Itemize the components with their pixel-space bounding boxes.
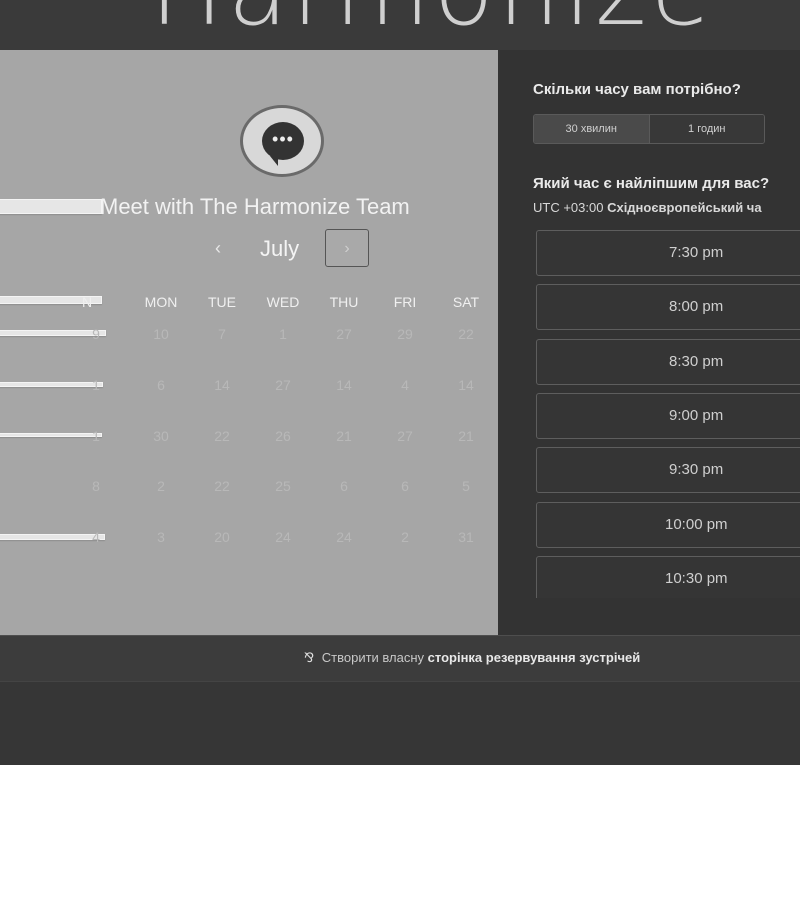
dow-wed: WED [266, 294, 300, 310]
calendar-day-cell: 14 [214, 377, 230, 393]
calendar-day-cell: 6 [157, 377, 165, 393]
calendar-day-cell: 22 [458, 326, 474, 342]
time-slot-button[interactable]: 10:00 pm [536, 502, 800, 548]
time-slot-button[interactable]: 8:30 pm [536, 339, 800, 385]
calendar-day-cell: 21 [458, 428, 474, 444]
scheduler-icon: ⅋ [304, 650, 315, 665]
duration-toggle: 30 хвилин 1 годин [533, 114, 765, 144]
calendar-day-cell: 5 [462, 478, 470, 494]
dow-sun-partial: N [82, 294, 93, 310]
footer-lower-band [0, 681, 800, 765]
app-header: Harmonize [0, 0, 800, 51]
calendar-day-cell: 1 [92, 377, 100, 393]
calendar-day-cell: 14 [458, 377, 474, 393]
time-slot-list[interactable]: 7:30 pm 8:00 pm 8:30 pm 9:00 pm 9:30 pm … [536, 230, 800, 598]
booking-calendar-panel: ••• Meet with The Harmonize Team ‹ July … [0, 50, 498, 635]
calendar-day-cell: 26 [275, 428, 291, 444]
calendar-day-cell: 24 [336, 529, 352, 545]
dow-mon: MON [144, 294, 178, 310]
time-slot-button[interactable]: 9:30 pm [536, 447, 800, 493]
calendar-day-cell: 3 [157, 529, 165, 545]
time-slot-button[interactable]: 8:00 pm [536, 284, 800, 330]
calendar-day-cell: 30 [153, 428, 169, 444]
next-month-button[interactable]: › [325, 229, 369, 267]
calendar-day-cell: 22 [214, 428, 230, 444]
duration-question: Скільки часу вам потрібно? [533, 81, 741, 98]
calendar-day-cell: 27 [275, 377, 291, 393]
overlay-bar [0, 199, 102, 214]
chat-logo-icon: ••• [240, 105, 324, 177]
booking-title: Meet with The Harmonize Team [100, 194, 410, 219]
calendar-day-cell: 2 [157, 478, 165, 494]
calendar-day-cell: 6 [340, 478, 348, 494]
brand-logo-text: Harmonize [150, 0, 715, 40]
footer-link-text: сторінка резервування зустрічей [427, 650, 641, 665]
footer-prefix: Створити власну [321, 650, 425, 665]
calendar-day-cell: 24 [275, 529, 291, 545]
calendar-day-cell: 25 [275, 478, 291, 494]
dow-fri: FRI [393, 294, 417, 310]
month-label: July [260, 236, 300, 261]
calendar-day-cell: 29 [397, 326, 413, 342]
calendar-day-cell: 22 [214, 478, 230, 494]
calendar-day-cell: 1 [279, 326, 287, 342]
create-booking-page-link[interactable]: ⅋ Створити власну сторінка резервування … [304, 650, 640, 666]
duration-60-button[interactable]: 1 годин [649, 115, 764, 143]
calendar-day-cell: 2 [401, 529, 409, 545]
calendar-day-cell: 9 [92, 326, 100, 342]
time-slot-button[interactable]: 7:30 pm [536, 230, 800, 276]
dow-tue: TUE [208, 294, 236, 310]
footer-bar: ⅋ Створити власну сторінка резервування … [0, 635, 800, 682]
timezone-name: Східноєвропейський ча [607, 200, 762, 215]
calendar-day-cell: 7 [218, 326, 226, 342]
calendar-day-cell: 10 [153, 326, 169, 342]
calendar-day-cell: 4 [92, 529, 100, 545]
calendar-day-cell: 1 [92, 428, 100, 444]
month-navigator: ‹ July › [200, 228, 380, 270]
calendar-day-cell: 14 [336, 377, 352, 393]
timezone-offset: UTC +03:00 [533, 200, 604, 215]
calendar-day-cell: 6 [401, 478, 409, 494]
time-selection-panel: Скільки часу вам потрібно? 30 хвилин 1 г… [498, 50, 800, 635]
calendar-day-cell: 4 [401, 377, 409, 393]
duration-30-button[interactable]: 30 хвилин [534, 115, 650, 143]
calendar-day-cell: 20 [214, 529, 230, 545]
calendar-day-cell: 27 [336, 326, 352, 342]
timezone-label[interactable]: UTC +03:00 Східноєвропейський ча [533, 200, 762, 215]
dow-sat: SAT [452, 294, 480, 310]
calendar-day-cell: 21 [336, 428, 352, 444]
time-slot-button[interactable]: 9:00 pm [536, 393, 800, 439]
calendar-day-cell: 27 [397, 428, 413, 444]
prev-month-button[interactable]: ‹ [206, 236, 230, 260]
calendar-day-cell: 31 [458, 529, 474, 545]
calendar-day-cell: 8 [92, 478, 100, 494]
time-question: Який час є найліпшим для вас? [533, 175, 770, 192]
dow-thu: THU [329, 294, 359, 310]
time-slot-button[interactable]: 10:30 pm [536, 556, 800, 598]
